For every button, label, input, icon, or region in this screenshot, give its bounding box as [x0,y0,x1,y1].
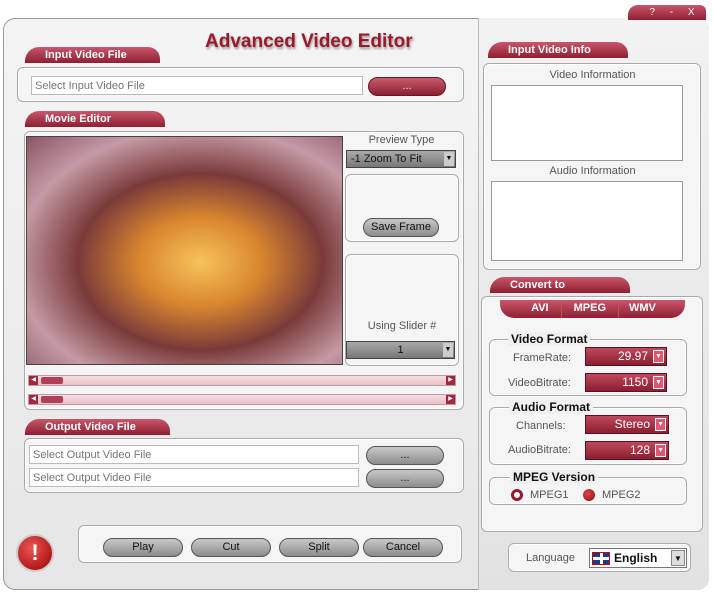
channels-label: Channels: [516,420,566,432]
chevron-down-icon: ▼ [655,444,666,457]
convert-tab: Convert to [490,277,630,293]
chevron-down-icon: ▼ [444,152,454,166]
right-arrow-icon[interactable]: ▶ [446,395,455,404]
mpeg1-label: MPEG1 [530,489,569,501]
video-bitrate-value: 1150 [622,375,648,389]
video-preview [26,136,343,365]
output-browse-button-2[interactable]: ... [366,469,444,488]
minimize-button[interactable]: - [670,7,673,20]
output-file-tab: Output Video File [25,419,170,435]
cut-button[interactable]: Cut [191,538,271,557]
framerate-label: FrameRate: [513,352,572,364]
input-browse-button[interactable]: ... [368,77,446,96]
video-info-label: Video Information [549,69,636,81]
slider-number-select[interactable]: 1 ▼ [346,341,455,359]
input-file-field[interactable] [31,76,363,95]
audio-info-label: Audio Information [549,165,636,177]
audio-bitrate-select[interactable]: 128 ▼ [585,441,669,460]
save-frame-button[interactable]: Save Frame [363,218,439,237]
slider-label: Using Slider # [367,320,437,332]
window-controls: ? - X [628,5,706,20]
uk-flag-icon [592,552,610,565]
tab-wmv[interactable]: WMV [619,300,666,318]
channels-select[interactable]: Stereo ▼ [585,415,669,434]
cancel-button[interactable]: Cancel [363,538,443,557]
chevron-down-icon: ▼ [653,376,664,389]
video-bitrate-select[interactable]: 1150 ▼ [585,373,667,392]
language-label: Language [526,552,575,564]
video-format-header: Video Format [508,332,591,346]
format-tabs: AVI MPEG WMV [500,300,685,318]
play-button[interactable]: Play [103,538,183,557]
slider-number-value: 1 [397,344,404,356]
output-browse-button-1[interactable]: ... [366,446,444,465]
mpeg-version-header: MPEG Version [510,470,599,484]
split-button[interactable]: Split [279,538,359,557]
output-file-field-1[interactable] [29,445,359,464]
left-arrow-icon[interactable]: ◀ [29,376,38,385]
timeline-slider-2[interactable]: ◀ ▶ [28,394,456,405]
timeline-slider-1[interactable]: ◀ ▶ [28,375,456,386]
video-info-box [491,85,683,161]
video-bitrate-label: VideoBitrate: [508,377,571,389]
right-arrow-icon[interactable]: ▶ [446,376,455,385]
audio-bitrate-value: 128 [629,443,650,457]
mpeg2-radio[interactable] [583,489,595,501]
channels-value: Stereo [614,417,650,431]
preview-type-select[interactable]: -1 Zoom To Fit ▼ [346,150,456,168]
chevron-down-icon: ▼ [655,418,666,431]
left-arrow-icon[interactable]: ◀ [29,395,38,404]
slider-thumb[interactable] [41,396,63,403]
preview-type-value: -1 Zoom To Fit [351,153,422,165]
mpeg1-radio[interactable] [511,489,523,501]
app-title: Advanced Video Editor [205,31,413,52]
framerate-select[interactable]: 29.97 ▼ [585,347,667,366]
output-file-field-2[interactable] [29,468,359,487]
audio-info-box [491,181,683,261]
help-button[interactable]: ? [649,7,655,20]
framerate-value: 29.97 [617,349,648,363]
tab-mpeg[interactable]: MPEG [562,300,620,318]
warning-icon[interactable]: ! [16,534,54,572]
close-button[interactable]: X [688,7,695,20]
audio-bitrate-label: AudioBitrate: [508,444,571,456]
chevron-down-icon: ▼ [443,343,453,357]
chevron-down-icon[interactable]: ▼ [671,550,685,566]
input-file-tab: Input Video File [25,47,160,63]
input-info-tab: Input Video Info [488,42,628,58]
chevron-down-icon: ▼ [653,350,664,363]
mpeg2-label: MPEG2 [602,489,641,501]
language-select[interactable]: English ▼ [589,548,687,568]
slider-thumb[interactable] [41,377,63,384]
language-value: English [614,551,658,565]
tab-avi[interactable]: AVI [519,300,562,318]
preview-type-label: Preview Type [368,134,435,146]
audio-format-header: Audio Format [509,400,593,414]
movie-editor-tab: Movie Editor [25,111,165,127]
